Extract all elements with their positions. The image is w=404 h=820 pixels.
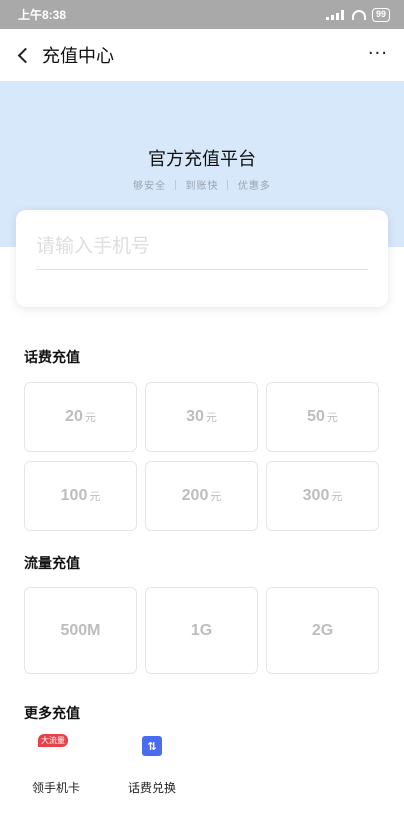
- more-section-title: 更多充值: [24, 706, 80, 722]
- topup-amount: 100: [60, 487, 88, 504]
- topup-unit: 元: [326, 411, 338, 424]
- status-bar: 上午8:38 99: [0, 0, 404, 29]
- topup-unit: 元: [89, 490, 101, 503]
- topup-option-100[interactable]: 100 元: [24, 461, 137, 531]
- signal-icon: [325, 9, 346, 20]
- topup-options-grid: 20 元 30 元 50 元 100 元 200 元 300 元: [24, 382, 379, 531]
- data-section-title: 流量充值: [24, 556, 80, 572]
- exchange-icon-wrap: ⇅: [122, 734, 182, 768]
- status-icons: 99: [325, 7, 390, 22]
- more-item-bill-exchange[interactable]: ⇅ 话费兑换: [122, 734, 182, 796]
- topup-option-30[interactable]: 30 元: [145, 382, 258, 452]
- hero-title: 官方充值平台: [148, 149, 256, 170]
- more-item-sim-card[interactable]: 大流量 领手机卡: [26, 734, 86, 796]
- page-title: 充值中心: [42, 46, 114, 67]
- promo-badge: 大流量: [38, 734, 68, 747]
- topup-option-20[interactable]: 20 元: [24, 382, 137, 452]
- data-amount: 500M: [60, 621, 101, 639]
- topup-amount: 20: [65, 408, 83, 425]
- more-item-label: 话费兑换: [127, 781, 176, 795]
- phone-number-input[interactable]: [36, 230, 368, 270]
- topup-amount: 30: [186, 408, 204, 425]
- topup-option-300[interactable]: 300 元: [266, 461, 379, 531]
- topup-section-title: 话费充值: [24, 350, 80, 366]
- topup-unit: 元: [84, 411, 96, 424]
- nav-bar: 充值中心 ···: [0, 29, 404, 81]
- topup-amount: 200: [181, 487, 209, 504]
- data-option-500m[interactable]: 500M: [24, 587, 137, 674]
- topup-unit: 元: [205, 411, 217, 424]
- data-options-grid: 500M 1G 2G: [24, 587, 379, 674]
- phone-card: [16, 210, 388, 307]
- wifi-icon: [351, 9, 366, 20]
- exchange-icon: ⇅: [142, 736, 162, 756]
- topup-unit: 元: [210, 490, 222, 503]
- more-dots-icon[interactable]: ···: [368, 43, 388, 64]
- back-button[interactable]: [4, 29, 40, 81]
- more-item-label: 领手机卡: [31, 781, 80, 795]
- data-amount: 1G: [190, 621, 213, 639]
- topup-unit: 元: [331, 490, 343, 503]
- data-option-2g[interactable]: 2G: [266, 587, 379, 674]
- battery-icon: 99: [371, 7, 390, 22]
- topup-amount: 300: [302, 487, 330, 504]
- data-amount: 2G: [311, 621, 334, 639]
- topup-amount: 50: [307, 408, 325, 425]
- battery-level: 99: [375, 9, 386, 19]
- data-option-1g[interactable]: 1G: [145, 587, 258, 674]
- status-time: 上午8:38: [18, 8, 67, 22]
- topup-option-200[interactable]: 200 元: [145, 461, 258, 531]
- sim-card-icon: 大流量: [26, 734, 86, 768]
- hero-subtitle: 够安全 ｜ 到账快 ｜ 优惠多: [133, 181, 271, 192]
- topup-option-50[interactable]: 50 元: [266, 382, 379, 452]
- back-chevron-icon: [17, 47, 33, 63]
